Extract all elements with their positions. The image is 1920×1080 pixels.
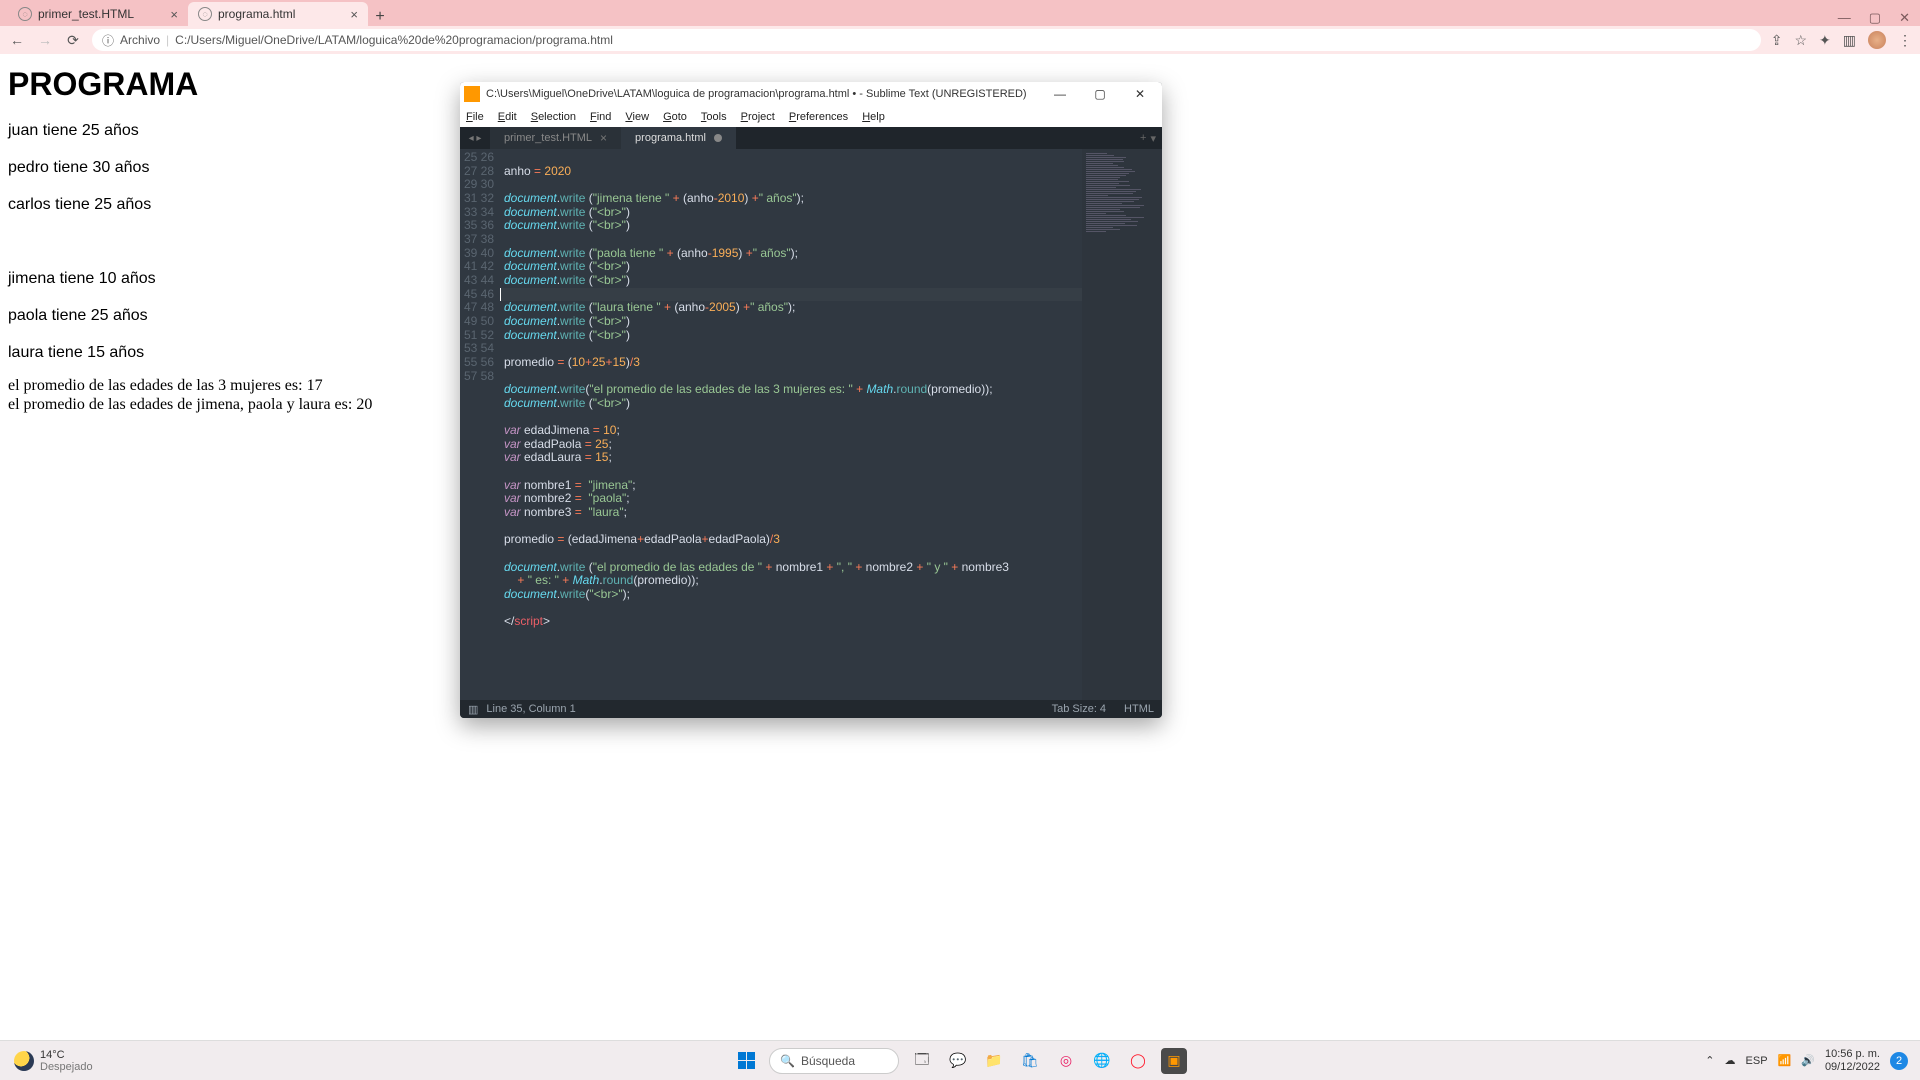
url-scheme: Archivo	[120, 33, 160, 47]
menu-selection[interactable]: Selection	[531, 111, 576, 123]
weather-icon	[14, 1051, 34, 1071]
clock-date: 09/12/2022	[1825, 1061, 1880, 1073]
browser-chrome: ◌ primer_test.HTML × ◌ programa.html × +…	[0, 0, 1920, 54]
onedrive-icon[interactable]: ☁	[1725, 1054, 1736, 1067]
browser-tab-active[interactable]: ◌ programa.html ×	[188, 2, 368, 26]
close-icon[interactable]: ×	[600, 131, 607, 145]
clock-time: 10:56 p. m.	[1825, 1048, 1880, 1060]
menu-preferences[interactable]: Preferences	[789, 111, 848, 123]
line-gutter: 25 26 27 28 29 30 31 32 33 34 35 36 37 3…	[460, 149, 500, 700]
notification-badge[interactable]: 2	[1890, 1052, 1908, 1070]
task-view-icon[interactable]: 🗔	[909, 1048, 935, 1074]
clock[interactable]: 10:56 p. m. 09/12/2022	[1825, 1048, 1880, 1072]
chrome-icon[interactable]: 🌐	[1089, 1048, 1115, 1074]
sublime-logo-icon	[464, 86, 480, 102]
sublime-menubar[interactable]: File Edit Selection Find View Goto Tools Projec…	[460, 106, 1162, 127]
close-icon[interactable]: ×	[170, 7, 178, 22]
tab-title: programa.html	[218, 7, 295, 21]
window-maximize-button[interactable]: ▢	[1869, 10, 1881, 26]
editor-tab-inactive[interactable]: primer_test.HTML ×	[490, 127, 621, 149]
profile-avatar[interactable]	[1868, 31, 1886, 49]
favicon-icon: ◌	[198, 7, 212, 21]
weather-desc: Despejado	[40, 1061, 93, 1073]
reload-button[interactable]: ⟳	[64, 32, 82, 49]
tab-label: programa.html	[635, 132, 706, 144]
search-icon: 🔍	[780, 1054, 795, 1068]
menu-view[interactable]: View	[625, 111, 649, 123]
window-close-button[interactable]: ✕	[1899, 10, 1910, 26]
wifi-icon[interactable]: 📶	[1778, 1054, 1792, 1067]
chat-icon[interactable]: 💬	[945, 1048, 971, 1074]
extensions-icon[interactable]: ✦	[1819, 32, 1831, 49]
menu-edit[interactable]: Edit	[498, 111, 517, 123]
forward-button[interactable]: →	[36, 32, 54, 48]
dirty-indicator-icon	[714, 134, 722, 142]
menu-goto[interactable]: Goto	[663, 111, 687, 123]
menu-icon[interactable]: ⋮	[1898, 32, 1912, 49]
tab-strip: ◌ primer_test.HTML × ◌ programa.html × +…	[0, 0, 1920, 26]
menu-find[interactable]: Find	[590, 111, 611, 123]
taskbar-search[interactable]: 🔍 Búsqueda	[769, 1048, 899, 1074]
favicon-icon: ◌	[18, 7, 32, 21]
new-tab-button[interactable]: +	[368, 8, 392, 26]
sidepanel-icon[interactable]: ▥	[1843, 32, 1856, 49]
search-label: Búsqueda	[801, 1054, 855, 1068]
minimize-button[interactable]: —	[1042, 87, 1078, 101]
address-bar[interactable]: ⓘ Archivo | C:/Users/Miguel/OneDrive/LAT…	[92, 29, 1761, 51]
close-icon[interactable]: ×	[350, 7, 358, 22]
window-minimize-button[interactable]: —	[1838, 10, 1851, 26]
minimap[interactable]	[1082, 149, 1162, 700]
menu-file[interactable]: File	[466, 111, 484, 123]
weather-widget[interactable]: 14°C Despejado	[0, 1049, 93, 1073]
sublime-titlebar[interactable]: C:\Users\Miguel\OneDrive\LATAM\loguica d…	[460, 82, 1162, 106]
app-icon[interactable]: ◎	[1053, 1048, 1079, 1074]
code-area[interactable]: anho = 2020 document.write ("jimena tien…	[500, 149, 1082, 700]
tab-title: primer_test.HTML	[38, 7, 134, 21]
url-text: C:/Users/Miguel/OneDrive/LATAM/loguica%2…	[175, 33, 613, 47]
tab-arrows[interactable]: ◂ ▸	[460, 127, 490, 149]
start-button[interactable]	[733, 1048, 759, 1074]
tab-label: primer_test.HTML	[504, 132, 592, 144]
menu-help[interactable]: Help	[862, 111, 885, 123]
taskbar: 14°C Despejado 🔍 Búsqueda 🗔 💬 📁 🛍 ◎ 🌐 ◯ …	[0, 1040, 1920, 1080]
sublime-window[interactable]: C:\Users\Miguel\OneDrive\LATAM\loguica d…	[460, 82, 1162, 718]
browser-tab-inactive[interactable]: ◌ primer_test.HTML ×	[8, 2, 188, 26]
explorer-icon[interactable]: 📁	[981, 1048, 1007, 1074]
opera-icon[interactable]: ◯	[1125, 1048, 1151, 1074]
bookmark-icon[interactable]: ☆	[1794, 32, 1807, 49]
share-icon[interactable]: ⇪	[1771, 32, 1783, 49]
sublime-title: C:\Users\Miguel\OneDrive\LATAM\loguica d…	[486, 88, 1042, 100]
sublime-statusbar: ▥ Line 35, Column 1 Tab Size: 4 HTML	[460, 700, 1162, 718]
sublime-taskbar-icon[interactable]: ▣	[1161, 1048, 1187, 1074]
tray-chevron-icon[interactable]: ⌃	[1705, 1054, 1714, 1067]
address-row: ← → ⟳ ⓘ Archivo | C:/Users/Miguel/OneDri…	[0, 26, 1920, 54]
status-tab-size[interactable]: Tab Size: 4	[1052, 703, 1106, 715]
status-language[interactable]: HTML	[1124, 703, 1154, 715]
status-position: Line 35, Column 1	[486, 703, 575, 715]
volume-icon[interactable]: 🔊	[1801, 1054, 1815, 1067]
maximize-button[interactable]: ▢	[1082, 87, 1118, 101]
store-icon[interactable]: 🛍	[1017, 1048, 1043, 1074]
menu-project[interactable]: Project	[741, 111, 775, 123]
info-icon[interactable]: ⓘ	[102, 32, 114, 49]
sublime-tabs: ◂ ▸ primer_test.HTML × programa.html + ▾	[460, 127, 1162, 149]
back-button[interactable]: ←	[8, 32, 26, 48]
menu-tools[interactable]: Tools	[701, 111, 727, 123]
weather-temp: 14°C	[40, 1049, 93, 1061]
editor-tab-active[interactable]: programa.html	[621, 127, 736, 149]
language-indicator[interactable]: ESP	[1746, 1055, 1768, 1067]
close-button[interactable]: ✕	[1122, 87, 1158, 101]
dropdown-icon[interactable]: ▾	[1150, 132, 1156, 145]
new-tab-icon[interactable]: +	[1140, 132, 1146, 144]
